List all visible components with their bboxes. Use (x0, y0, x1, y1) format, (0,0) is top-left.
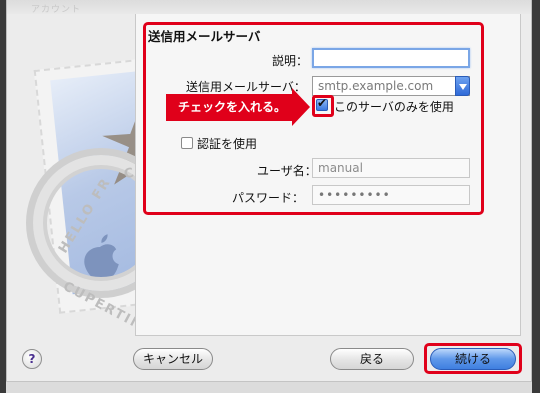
use-only-this-server-checkbox[interactable] (316, 96, 328, 111)
username-label: ユーザ名： (257, 164, 317, 178)
use-authentication-label[interactable]: 認証を使用 (197, 135, 257, 152)
smtp-server-combobox[interactable]: smtp.example.com (312, 76, 470, 96)
password-label: パスワード： (232, 191, 305, 205)
section-title: 送信用メールサーバ (148, 29, 261, 44)
window-ghost-title: アカウント (31, 5, 82, 15)
back-button[interactable]: 戻る (330, 348, 414, 370)
username-input[interactable]: manual (312, 158, 470, 178)
smtp-server-label: 送信用メールサーバ： (186, 80, 306, 94)
cancel-button[interactable]: キャンセル (133, 348, 213, 370)
description-input[interactable] (312, 48, 470, 68)
bottom-bar (6, 381, 532, 393)
annotation-arrow-icon (292, 88, 310, 126)
password-input[interactable]: ••••••••• (312, 185, 470, 205)
continue-button[interactable]: 続ける (430, 348, 516, 370)
use-authentication-checkbox[interactable] (181, 137, 193, 149)
annotation-callout: チェックを入れる。 (166, 94, 292, 121)
help-button[interactable]: ? (22, 349, 42, 369)
use-only-this-server-label[interactable]: このサーバのみを使用 (334, 98, 454, 115)
smtp-server-dropdown-button[interactable] (455, 76, 470, 96)
sheet-top-strip: アカウント (7, 0, 531, 15)
description-label: 説明： (272, 54, 309, 68)
